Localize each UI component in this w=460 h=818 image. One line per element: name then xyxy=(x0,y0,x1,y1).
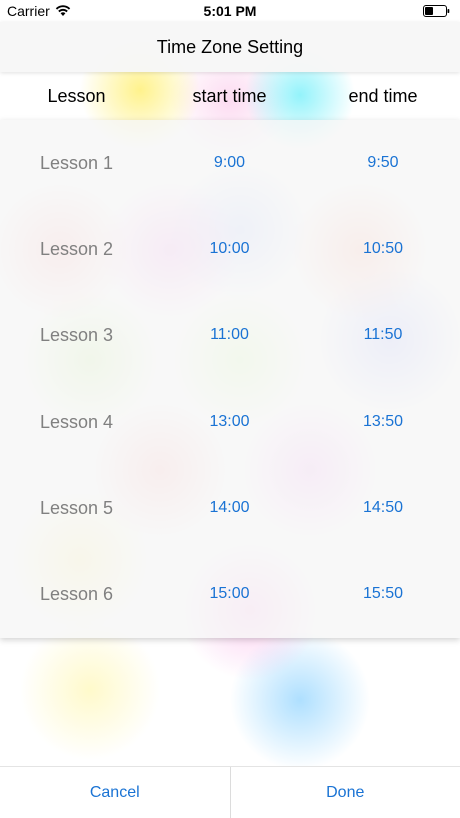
end-time[interactable]: 11:50 xyxy=(306,326,460,344)
lesson-table: Lesson 1 9:00 9:50 Lesson 2 10:00 10:50 … xyxy=(0,120,460,638)
start-time[interactable]: 13:00 xyxy=(153,413,306,431)
status-bar: Carrier 5:01 PM xyxy=(0,0,460,22)
start-time[interactable]: 15:00 xyxy=(153,585,306,603)
action-bar: Cancel Done xyxy=(0,766,460,818)
start-time[interactable]: 11:00 xyxy=(153,326,306,344)
header-lesson: Lesson xyxy=(47,85,106,106)
start-time[interactable]: 14:00 xyxy=(153,499,306,517)
start-time[interactable]: 10:00 xyxy=(153,240,306,258)
header-end-time: end time xyxy=(348,85,418,106)
lesson-name: Lesson 5 xyxy=(39,497,114,518)
cancel-button[interactable]: Cancel xyxy=(0,767,230,818)
end-time[interactable]: 13:50 xyxy=(306,413,460,431)
nav-bar: Time Zone Setting xyxy=(0,22,460,72)
table-row: Lesson 1 9:00 9:50 xyxy=(0,120,460,206)
end-time[interactable]: 10:50 xyxy=(306,240,460,258)
table-header: Lesson start time end time xyxy=(0,72,460,120)
lesson-name: Lesson 4 xyxy=(39,411,114,432)
table-row: Lesson 4 13:00 13:50 xyxy=(0,379,460,465)
lesson-name: Lesson 6 xyxy=(39,583,114,604)
table-row: Lesson 5 14:00 14:50 xyxy=(0,465,460,551)
header-start-time: start time xyxy=(192,85,267,106)
end-time[interactable]: 15:50 xyxy=(306,585,460,603)
status-time: 5:01 PM xyxy=(203,3,257,19)
battery-icon xyxy=(423,5,450,17)
end-time[interactable]: 14:50 xyxy=(306,499,460,517)
lesson-name: Lesson 2 xyxy=(39,238,114,259)
done-button[interactable]: Done xyxy=(231,767,460,818)
table-row: Lesson 6 15:00 15:50 xyxy=(0,551,460,637)
table-row: Lesson 3 11:00 11:50 xyxy=(0,292,460,378)
page-title: Time Zone Setting xyxy=(156,36,304,57)
lesson-name: Lesson 1 xyxy=(39,152,114,173)
lesson-name: Lesson 3 xyxy=(39,324,114,345)
start-time[interactable]: 9:00 xyxy=(153,154,306,172)
table-row: Lesson 2 10:00 10:50 xyxy=(0,206,460,292)
end-time[interactable]: 9:50 xyxy=(306,154,460,172)
